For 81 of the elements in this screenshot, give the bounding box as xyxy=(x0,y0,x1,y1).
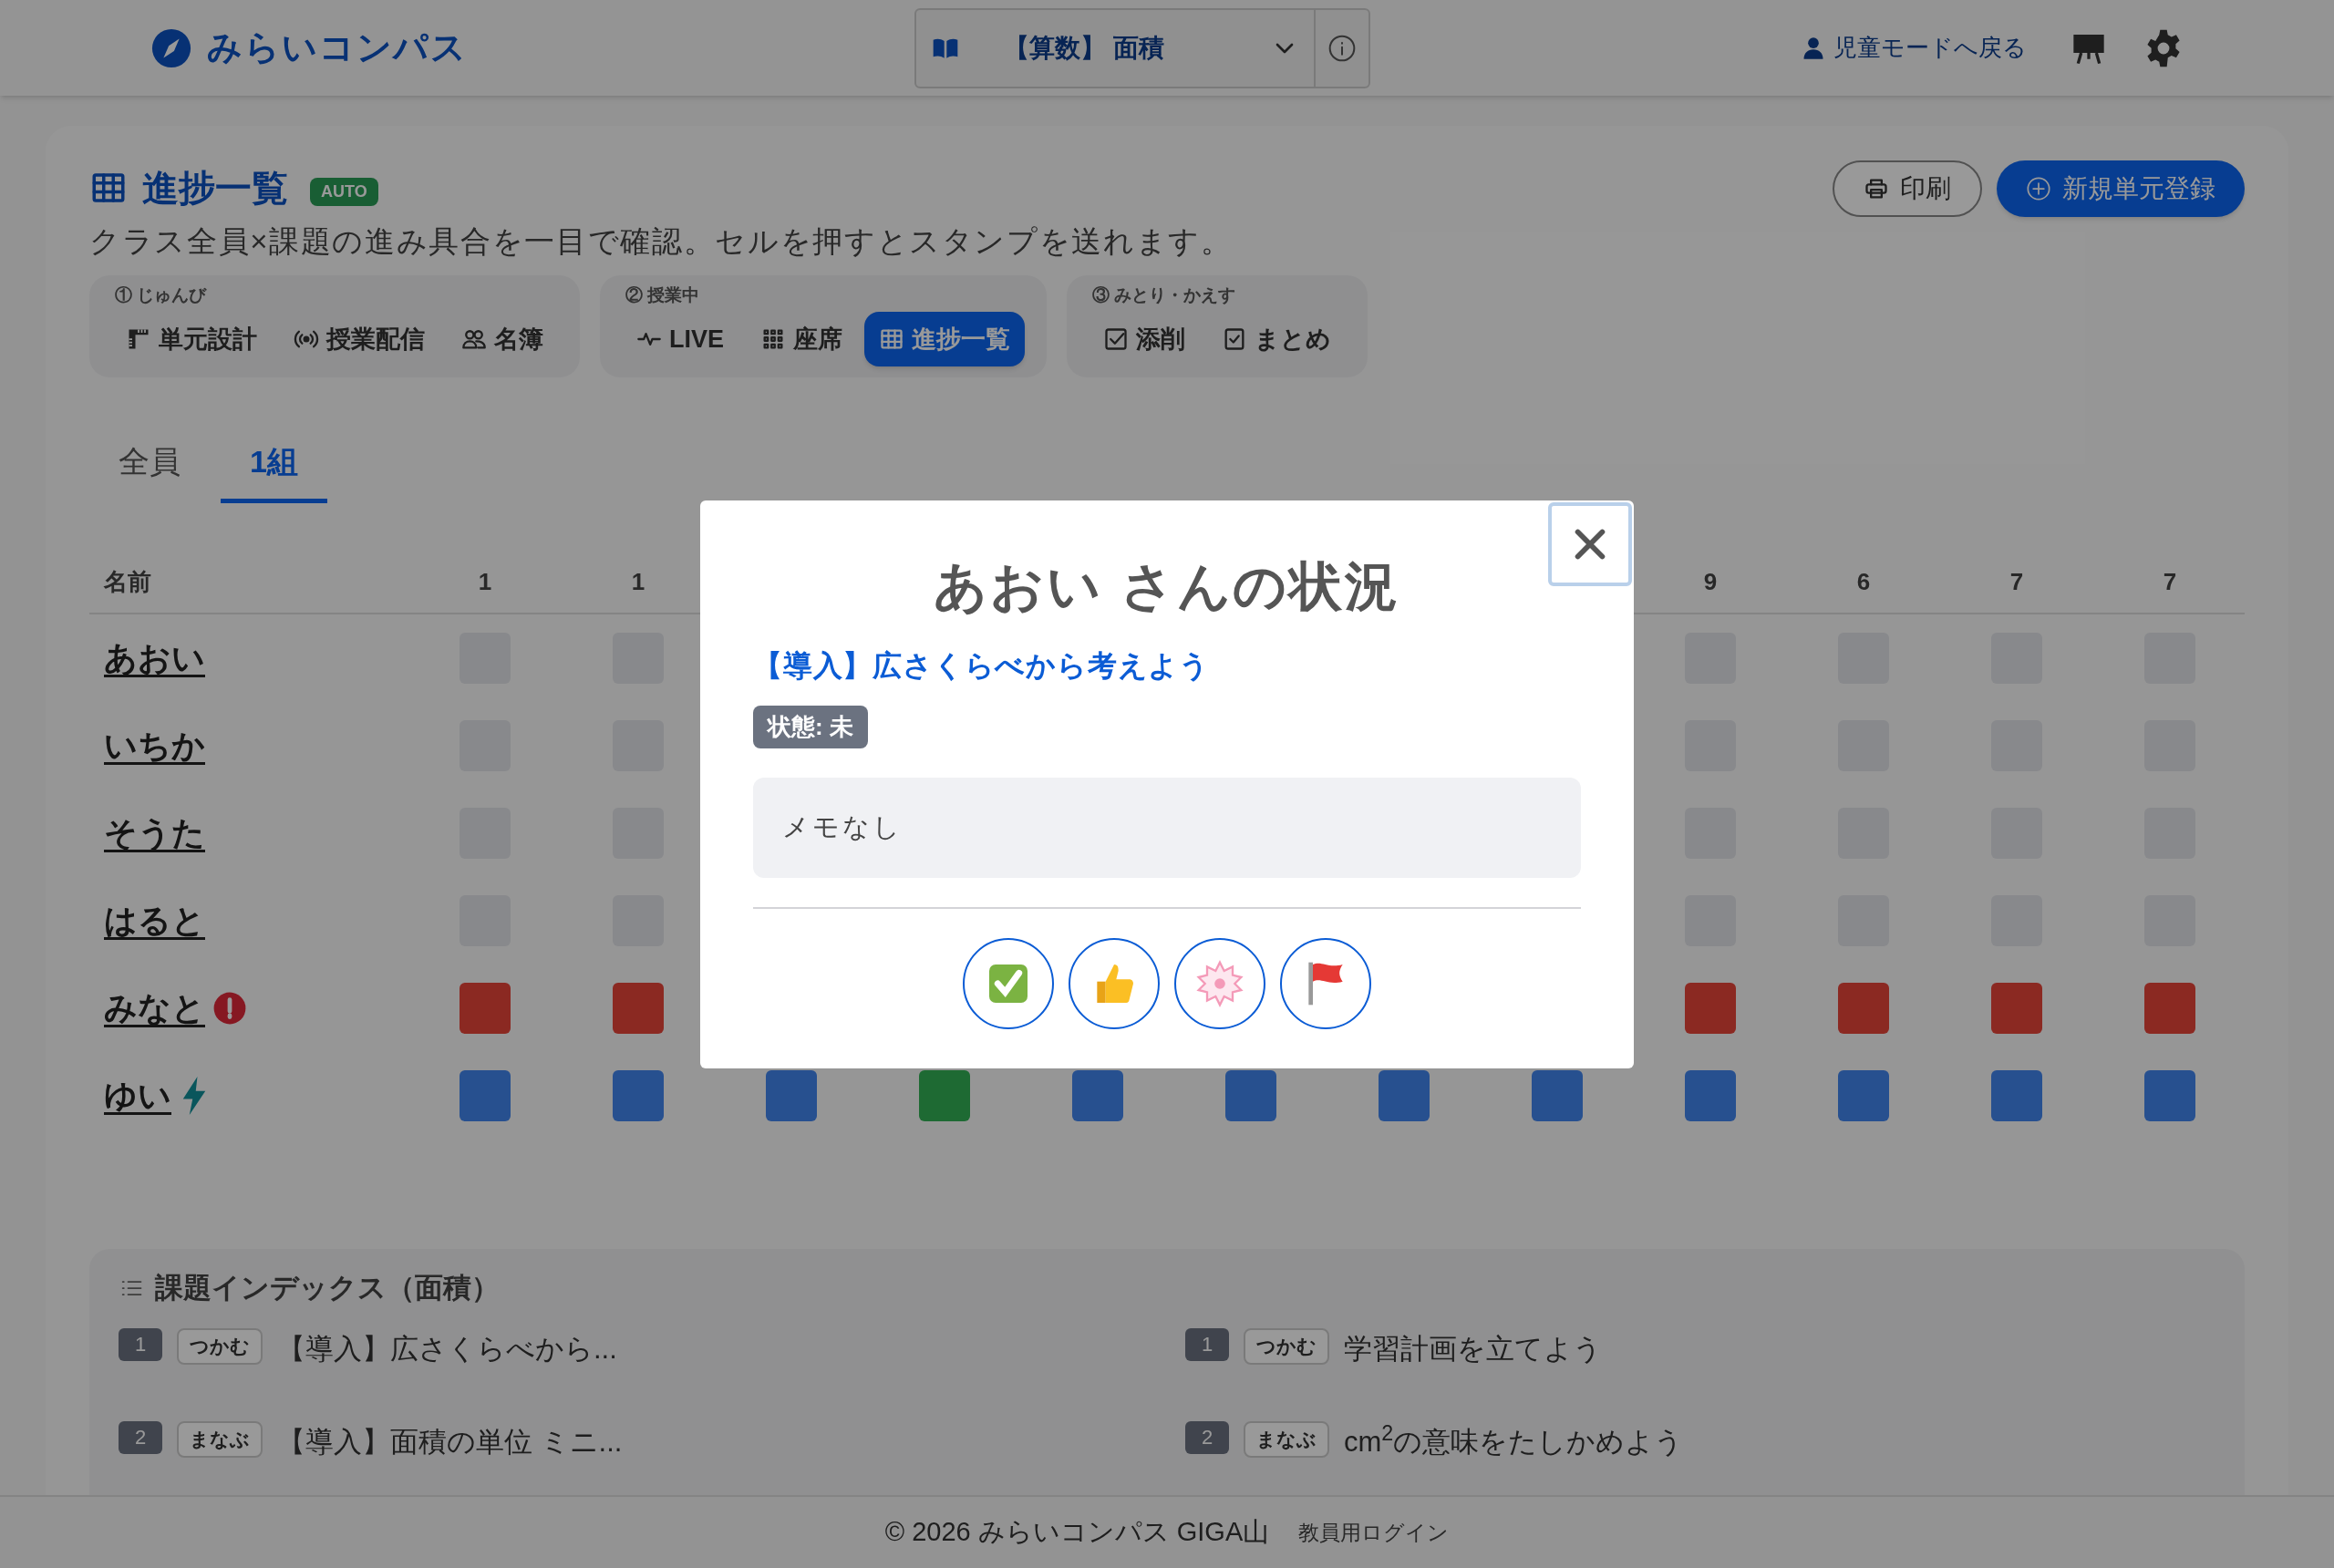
progress-cell[interactable] xyxy=(1838,1070,1889,1121)
page-subtitle: クラス全員×課題の進み具合を一目で確認。セルを押すとスタンプを送れます。 xyxy=(89,223,1233,260)
checkbox-icon xyxy=(1103,326,1129,352)
back-to-student-link[interactable]: 児童モードへ戻る xyxy=(1801,30,2027,66)
progress-cell[interactable] xyxy=(1379,1070,1430,1121)
progress-cell[interactable] xyxy=(2144,983,2195,1034)
index-title: 課題インデックス（面積） xyxy=(155,1271,500,1305)
flower-icon xyxy=(1194,958,1245,1009)
progress-cell[interactable] xyxy=(919,1070,970,1121)
column-header: 1 xyxy=(631,566,645,597)
progress-cell[interactable] xyxy=(1685,1070,1736,1121)
student-name-link[interactable]: ゆい xyxy=(104,1071,171,1120)
column-header: 名前 xyxy=(102,566,152,597)
unit-select[interactable]: 【算数】 面積 xyxy=(914,7,1371,88)
student-name-link[interactable]: はると xyxy=(104,896,205,945)
auto-badge: AUTO xyxy=(310,177,378,206)
progress-cell[interactable] xyxy=(766,1070,817,1121)
group-label: ② 授業中 xyxy=(625,284,701,306)
column-header: 6 xyxy=(1856,566,1871,597)
copyright-text: © 2026 みらいコンパス GIGA山 xyxy=(884,1516,1270,1549)
group-label: ① じゅんび xyxy=(115,284,208,306)
progress-cell[interactable] xyxy=(460,1070,511,1121)
progress-cell[interactable] xyxy=(613,983,664,1034)
task-title-link[interactable]: 【導入】面積の単位 ミニ... xyxy=(277,1420,623,1463)
nav-tab[interactable]: 名簿 xyxy=(447,312,558,366)
phase-tag: つかむ xyxy=(177,1327,263,1365)
student-name-link[interactable]: そうた xyxy=(104,809,205,858)
progress-cell[interactable] xyxy=(1685,983,1736,1034)
column-header: 7 xyxy=(2163,566,2177,597)
progress-cell[interactable] xyxy=(613,1070,664,1121)
nav-tab[interactable]: 座席 xyxy=(746,312,857,366)
class-tab[interactable]: 全員 xyxy=(89,425,210,503)
close-button[interactable] xyxy=(1548,502,1632,586)
task-title-link[interactable]: 学習計画を立てよう xyxy=(1344,1327,1602,1370)
task-title: 【導入】広さくらべから考えよう xyxy=(753,648,1211,684)
task-number-badge: 1 xyxy=(1185,1327,1229,1361)
column-header: 1 xyxy=(478,566,492,597)
progress-cell[interactable] xyxy=(1225,1070,1276,1121)
task-title-link[interactable]: 【導入】広さくらべから... xyxy=(277,1327,617,1370)
column-header: 9 xyxy=(1703,566,1718,597)
memo-text: メモなし xyxy=(782,811,903,844)
student-name-link[interactable]: いちか xyxy=(104,721,205,770)
plus-circle-icon xyxy=(2026,176,2051,201)
nav-tab[interactable]: 単元設計 xyxy=(111,312,272,366)
task-title-link[interactable]: cm$^{2}$の意味をたしかめよう xyxy=(1344,1420,1684,1463)
progress-cell[interactable] xyxy=(1532,1070,1583,1121)
print-button[interactable]: 印刷 xyxy=(1833,160,1982,217)
phase-tag: つかむ xyxy=(1244,1327,1329,1365)
group-label: ③ みとり・かえす xyxy=(1092,284,1237,306)
app-logo[interactable]: みらいコンパス xyxy=(207,22,469,74)
task-number-badge: 1 xyxy=(119,1327,162,1361)
nav-tab[interactable]: まとめ xyxy=(1207,312,1346,366)
progress-cell[interactable] xyxy=(2144,1070,2195,1121)
column-header: 7 xyxy=(2009,566,2024,597)
teacher-login-link[interactable]: 教員用ログイン xyxy=(1298,1516,1450,1549)
stamp-button[interactable] xyxy=(1280,938,1371,1029)
task-number-badge: 2 xyxy=(1185,1420,1229,1454)
info-icon[interactable] xyxy=(1327,33,1358,63)
progress-cell[interactable] xyxy=(1838,983,1889,1034)
page-title: 進捗一覧 xyxy=(142,167,288,210)
stamp-button[interactable] xyxy=(1069,938,1160,1029)
progress-cell[interactable] xyxy=(1991,983,2042,1034)
progress-cell[interactable] xyxy=(1072,1070,1123,1121)
nav-tab[interactable]: 進捗一覧 xyxy=(864,312,1025,366)
nav-tab[interactable]: 添削 xyxy=(1089,312,1200,366)
phase-tag: まなぶ xyxy=(177,1420,263,1458)
stamp-button[interactable] xyxy=(1174,938,1265,1029)
progress-cell[interactable] xyxy=(460,983,511,1034)
compass-icon xyxy=(150,26,192,69)
nav-tab[interactable]: LIVE xyxy=(622,312,738,366)
status-badge: 状態: 未 xyxy=(753,706,868,748)
stamp-button[interactable] xyxy=(963,938,1054,1029)
nav-tab[interactable]: 授業配信 xyxy=(279,312,439,366)
student-name-link[interactable]: あおい xyxy=(104,634,205,683)
student-name-link[interactable]: みなと xyxy=(104,984,205,1033)
task-number-badge: 2 xyxy=(119,1420,162,1454)
phase-tag: まなぶ xyxy=(1244,1420,1329,1458)
new-unit-button[interactable]: 新規単元登録 xyxy=(1997,160,2245,217)
progress-cell[interactable] xyxy=(1991,1070,2042,1121)
dialog-title: あおい さんの状況 xyxy=(932,555,1402,617)
class-tab[interactable]: 1組 xyxy=(221,425,327,503)
